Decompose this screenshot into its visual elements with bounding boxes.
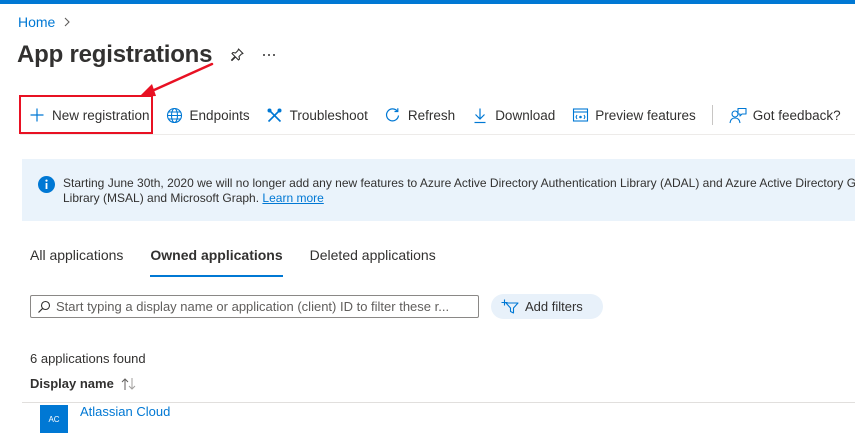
tab-deleted-applications[interactable]: Deleted applications [310, 247, 436, 277]
top-accent-bar [0, 0, 855, 4]
page-title: App registrations [17, 41, 213, 68]
refresh-button[interactable]: Refresh [376, 96, 463, 134]
troubleshoot-button[interactable]: Troubleshoot [258, 96, 376, 134]
download-button[interactable]: Download [463, 96, 563, 134]
add-filter-icon [501, 299, 519, 315]
pin-icon[interactable] [228, 46, 246, 64]
display-name-header-label: Display name [30, 376, 114, 391]
add-filters-label: Add filters [525, 299, 583, 314]
learn-more-link[interactable]: Learn more [262, 191, 323, 205]
banner-line-2: Library (MSAL) and Microsoft Graph. Lear… [63, 191, 855, 206]
banner-message: Starting June 30th, 2020 we will no long… [63, 176, 855, 206]
banner-line-1: Starting June 30th, 2020 we will no long… [63, 176, 855, 190]
new-registration-button[interactable]: New registration [20, 96, 158, 134]
app-avatar: AC [40, 405, 68, 433]
results-count: 6 applications found [30, 351, 146, 366]
endpoints-button[interactable]: Endpoints [158, 96, 258, 134]
chevron-right-icon [63, 17, 71, 27]
download-icon [471, 106, 489, 124]
refresh-icon [384, 106, 402, 124]
tab-owned-applications[interactable]: Owned applications [150, 247, 283, 277]
new-registration-label: New registration [52, 107, 150, 123]
title-actions [228, 46, 278, 64]
search-input[interactable] [56, 299, 478, 314]
troubleshoot-label: Troubleshoot [289, 107, 368, 123]
preview-features-icon [571, 106, 589, 124]
info-icon [38, 176, 55, 193]
tab-all-applications[interactable]: All applications [30, 247, 123, 277]
preview-features-label: Preview features [595, 107, 696, 123]
refresh-label: Refresh [407, 107, 456, 123]
app-tabs: All applications Owned applications Dele… [30, 247, 436, 277]
download-label: Download [495, 107, 556, 123]
sort-icon [120, 377, 138, 391]
breadcrumb-home-link[interactable]: Home [18, 14, 55, 30]
toolbar-divider [711, 105, 713, 125]
more-icon[interactable] [260, 46, 278, 64]
table-row: AC Atlassian Cloud [22, 403, 855, 433]
command-bar: New registration Endpoints Troubleshoot [20, 96, 855, 134]
feedback-label: Got feedback? [752, 107, 841, 123]
plus-icon [28, 106, 46, 124]
breadcrumb: Home [18, 14, 71, 30]
feedback-button[interactable]: Got feedback? [721, 96, 849, 134]
feedback-icon [729, 106, 747, 124]
preview-features-button[interactable]: Preview features [563, 96, 704, 134]
wrench-icon [266, 106, 284, 124]
add-filters-button[interactable]: Add filters [491, 294, 603, 319]
app-name-link[interactable]: Atlassian Cloud [80, 404, 170, 419]
globe-icon [166, 106, 184, 124]
info-banner: Starting June 30th, 2020 we will no long… [22, 159, 855, 221]
banner-line-2-text: Library (MSAL) and Microsoft Graph. [63, 191, 260, 205]
search-box [30, 295, 479, 318]
endpoints-label: Endpoints [189, 107, 250, 123]
display-name-column-header[interactable]: Display name [30, 376, 138, 391]
toolbar-separator [20, 134, 855, 135]
search-icon [37, 300, 51, 314]
